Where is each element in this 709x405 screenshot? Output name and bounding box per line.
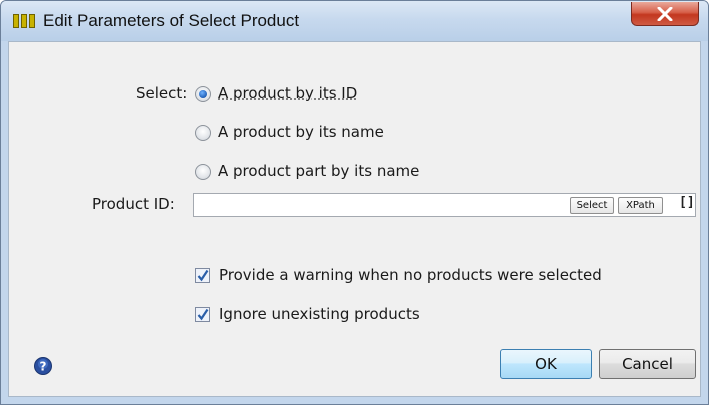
ignore-checkbox[interactable] — [195, 307, 210, 322]
radio-product-by-id-label[interactable]: A product by its ID — [218, 84, 357, 102]
app-icon — [13, 14, 35, 28]
dialog-content: Select: A product by its ID A product by… — [8, 41, 701, 397]
product-id-label: Product ID: — [92, 195, 175, 213]
radio-product-part-by-name-label[interactable]: A product part by its name — [218, 162, 419, 180]
ok-button[interactable]: OK — [500, 349, 592, 379]
title-bar[interactable]: Edit Parameters of Select Product — [1, 1, 708, 41]
radio-product-by-id[interactable] — [195, 86, 211, 102]
radio-product-by-name-label[interactable]: A product by its name — [218, 123, 384, 141]
cancel-button[interactable]: Cancel — [599, 349, 696, 379]
select-button[interactable]: Select — [570, 197, 614, 214]
dialog-window: Edit Parameters of Select Product Select… — [0, 0, 709, 405]
select-label: Select: — [136, 84, 188, 102]
close-button[interactable] — [631, 2, 699, 26]
checkmark-icon — [197, 308, 209, 321]
help-icon[interactable]: ? — [34, 357, 52, 375]
close-icon — [657, 6, 673, 21]
window-title: Edit Parameters of Select Product — [43, 11, 300, 30]
warning-checkbox[interactable] — [195, 268, 210, 283]
radio-product-part-by-name[interactable] — [195, 164, 211, 180]
radio-product-by-name[interactable] — [195, 125, 211, 141]
warning-checkbox-label[interactable]: Provide a warning when no products were … — [219, 266, 602, 284]
checkmark-icon — [197, 269, 209, 282]
svg-text:?: ? — [40, 360, 47, 374]
bracket-button[interactable]: [] — [679, 195, 695, 210]
xpath-button[interactable]: XPath — [618, 197, 663, 214]
ignore-checkbox-label[interactable]: Ignore unexisting products — [219, 305, 420, 323]
